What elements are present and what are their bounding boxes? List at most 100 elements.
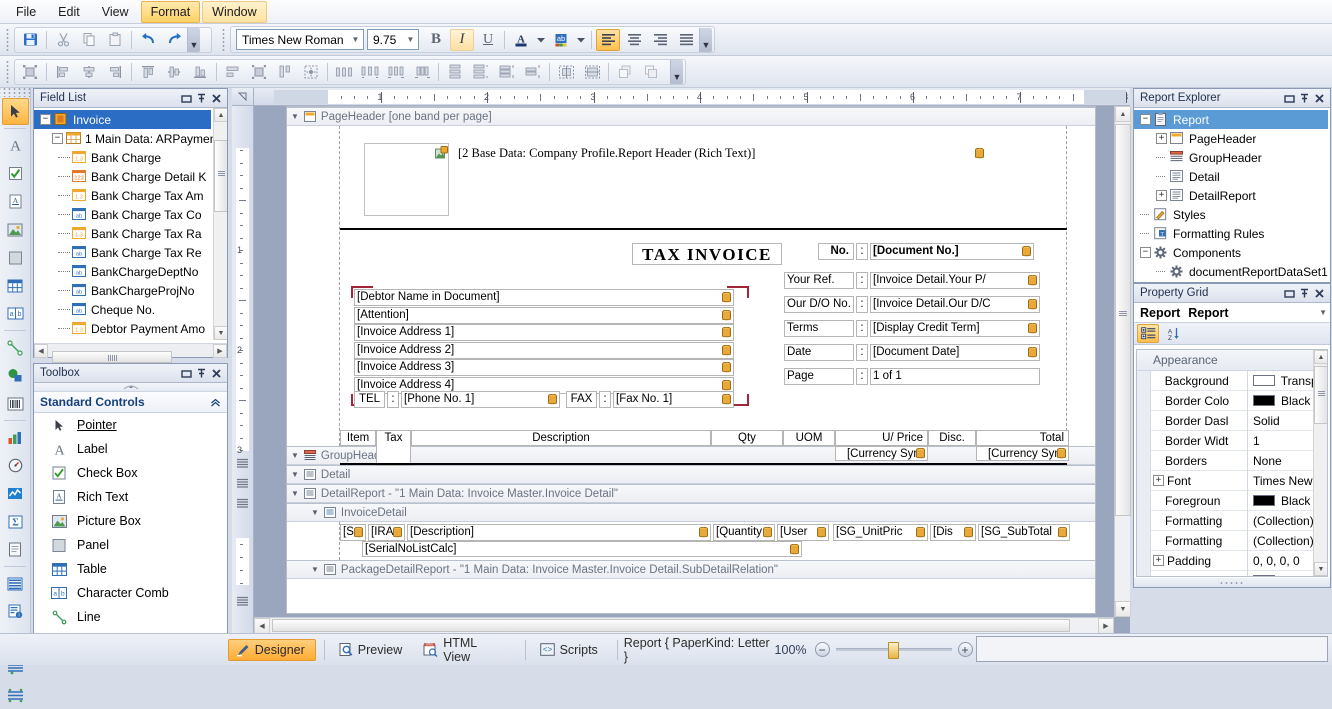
- redo-button[interactable]: [162, 29, 186, 51]
- property-category-header[interactable]: Appearance: [1137, 350, 1327, 371]
- scroll-down-button[interactable]: ▼: [1314, 562, 1328, 576]
- center-horizontally-button[interactable]: [554, 61, 578, 83]
- property-value[interactable]: Solid: [1253, 414, 1280, 428]
- chevron-down-icon[interactable]: ▼: [1319, 308, 1327, 317]
- decrease-horizontal-spacing-button[interactable]: [384, 61, 408, 83]
- fax-label[interactable]: FAX: [566, 391, 597, 408]
- property-grid-object-selector[interactable]: Report Report ▼: [1134, 303, 1330, 323]
- scroll-thumb[interactable]: [1314, 366, 1328, 424]
- font-color-dropdown[interactable]: [535, 29, 547, 51]
- picturebox-tool-icon[interactable]: [2, 216, 29, 243]
- checkbox-tool-icon[interactable]: [2, 160, 29, 187]
- info-colon-0[interactable]: :: [856, 243, 868, 260]
- property-row[interactable]: ForegrounBlack: [1137, 491, 1327, 511]
- toolbox-item-picture-box[interactable]: Picture Box: [34, 509, 227, 533]
- decrease-vertical-spacing-button[interactable]: [495, 61, 519, 83]
- categorized-view-button[interactable]: [1137, 324, 1159, 343]
- scroll-right-button[interactable]: ▶: [1098, 618, 1114, 634]
- scroll-right-button[interactable]: ▶: [213, 344, 227, 358]
- property-row[interactable]: Border ColoBlack: [1137, 391, 1327, 411]
- copy-button[interactable]: [77, 29, 101, 51]
- detail-cell-6[interactable]: [Dis: [930, 524, 976, 541]
- make-vertical-spacing-equal-button[interactable]: [443, 61, 467, 83]
- serial-no-field[interactable]: [SerialNoListCalc]: [362, 541, 802, 557]
- scroll-thumb[interactable]: [214, 140, 227, 212]
- explorer-node-detail[interactable]: Detail: [1134, 167, 1330, 186]
- collapse-icon[interactable]: −: [40, 114, 51, 125]
- table-header-uom[interactable]: UOM: [783, 430, 835, 446]
- gauge-tool-icon[interactable]: [2, 452, 29, 479]
- property-row[interactable]: Border DaslSolid: [1137, 411, 1327, 431]
- field-list-item[interactable]: 1.3Bank Charge Tax Am: [34, 186, 227, 205]
- detail-cell-0[interactable]: [S: [340, 524, 366, 541]
- explorer-node-report[interactable]: −Report: [1134, 110, 1328, 129]
- designer-vscrollbar[interactable]: ▲ ▼: [1114, 106, 1130, 617]
- chart-tool-icon[interactable]: [2, 424, 29, 451]
- property-rows[interactable]: BackgroundTransp...Border ColoBlackBorde…: [1137, 371, 1327, 577]
- band-header-detailreport[interactable]: ▼ DetailReport - "1 Main Data: Invoice M…: [287, 484, 1095, 503]
- table-header-disc[interactable]: Disc.: [928, 430, 976, 446]
- property-row[interactable]: +FontTimes New R...: [1137, 471, 1327, 491]
- close-icon[interactable]: [1312, 91, 1327, 106]
- tab-preview[interactable]: Preview: [331, 639, 413, 661]
- zoom-in-button[interactable]: +: [958, 642, 973, 657]
- info-label-5[interactable]: Page: [784, 368, 854, 385]
- line-tool-icon[interactable]: [2, 334, 29, 361]
- fax-colon[interactable]: :: [599, 391, 611, 408]
- size-to-grid-button[interactable]: [299, 61, 323, 83]
- designer-hscrollbar[interactable]: ◀ ▶: [254, 617, 1114, 633]
- menu-item-edit[interactable]: Edit: [48, 1, 90, 23]
- property-value[interactable]: (Collection): [1253, 514, 1314, 528]
- field-list-item[interactable]: 123Bank Charge Detail K: [34, 167, 227, 186]
- info-colon-2[interactable]: :: [856, 296, 868, 313]
- richtext-tool-icon[interactable]: A: [2, 188, 29, 215]
- italic-button[interactable]: I: [450, 29, 474, 51]
- align-centers-button[interactable]: [77, 61, 101, 83]
- table-tool-icon[interactable]: [2, 272, 29, 299]
- band-header-pageheader[interactable]: ▼ PageHeader [one band per page]: [287, 107, 1095, 126]
- info-value-3[interactable]: [Display Credit Term]: [870, 320, 1040, 337]
- align-left-button[interactable]: [596, 29, 620, 51]
- alphabetical-sort-button[interactable]: AZ: [1162, 324, 1184, 343]
- report-page[interactable]: ▼ PageHeader [one band per page]: [286, 106, 1096, 614]
- address-line-3[interactable]: [Invoice Address 1]: [354, 324, 734, 341]
- info-value-4[interactable]: [Document Date]: [870, 344, 1040, 361]
- toolbar-grip[interactable]: [4, 61, 12, 83]
- field-list-item[interactable]: abBankChargeDeptNo: [34, 262, 227, 281]
- tree-node-main-data[interactable]: − 1 Main Data: ARPaymen: [34, 129, 227, 148]
- save-button[interactable]: [18, 29, 42, 51]
- table-header-uprice[interactable]: U/ Price: [835, 430, 928, 446]
- pagenumber-tool-icon[interactable]: i: [2, 598, 29, 625]
- property-row[interactable]: Formatting(Collection): [1137, 531, 1327, 551]
- increase-vertical-spacing-button[interactable]: [469, 61, 493, 83]
- detail-cell-1[interactable]: [IRA: [368, 524, 405, 541]
- property-grid-rows-wrap[interactable]: Appearance BackgroundTransp...Border Col…: [1136, 349, 1328, 577]
- toolbox-group-header[interactable]: Standard Controls: [34, 392, 227, 413]
- bring-to-front-button[interactable]: [613, 61, 637, 83]
- scroll-up-button[interactable]: ▲: [1115, 106, 1131, 122]
- increase-horizontal-spacing-button[interactable]: [358, 61, 382, 83]
- detail-cell-7[interactable]: [SG_SubTotal: [978, 524, 1070, 541]
- info-label-0[interactable]: No.: [818, 243, 854, 260]
- menu-item-format[interactable]: Format: [141, 1, 201, 23]
- toolbox-items[interactable]: PointerALabelCheck BoxARich TextPicture …: [34, 413, 227, 641]
- info-label-4[interactable]: Date: [784, 344, 854, 361]
- info-label-2[interactable]: Our D/O No.: [784, 296, 854, 313]
- expand-icon[interactable]: +: [1153, 475, 1164, 486]
- chevron-up-icon[interactable]: [210, 398, 221, 407]
- report-header-richtext[interactable]: [2 Base Data: Company Profile.Report Hea…: [435, 146, 1055, 162]
- info-label-1[interactable]: Your Ref.: [784, 272, 854, 289]
- scroll-thumb[interactable]: [1115, 124, 1131, 516]
- explorer-node-pageheader[interactable]: +PageHeader: [1134, 129, 1330, 148]
- explorer-node-documentreportdataset1[interactable]: documentReportDataSet1: [1134, 262, 1330, 281]
- property-grid-vscrollbar[interactable]: ▲ ▼: [1313, 350, 1327, 576]
- toolbar-grip[interactable]: [4, 29, 12, 51]
- minimize-icon[interactable]: [179, 366, 194, 381]
- explorer-node-components[interactable]: −Components: [1134, 243, 1330, 262]
- zoom-slider-track[interactable]: [836, 648, 952, 651]
- remove-horizontal-spacing-button[interactable]: [410, 61, 434, 83]
- align-middles-button[interactable]: [162, 61, 186, 83]
- subreport-tool-icon[interactable]: [2, 536, 29, 563]
- bold-button[interactable]: B: [424, 29, 448, 51]
- explorer-node-styles[interactable]: Styles: [1134, 205, 1330, 224]
